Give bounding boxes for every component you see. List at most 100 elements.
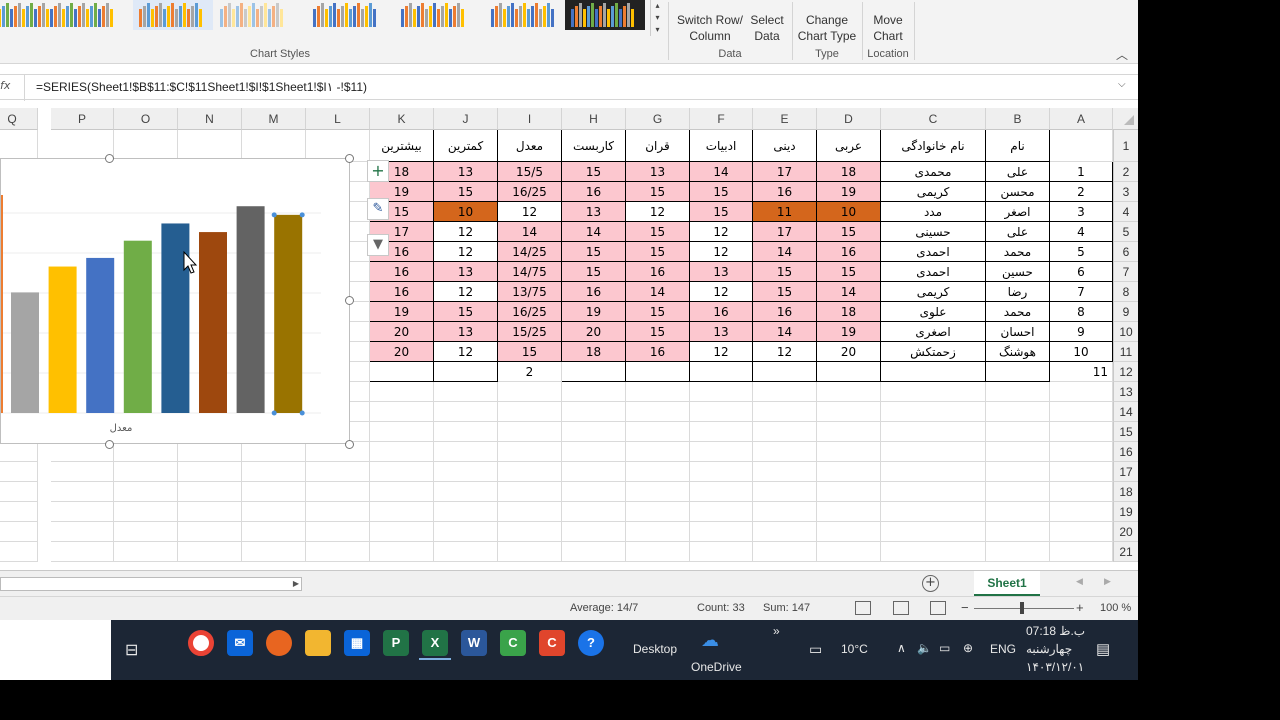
table-cell[interactable]: اصغر xyxy=(986,202,1050,222)
horizontal-scrollbar[interactable]: ▶ xyxy=(0,577,302,591)
table-cell[interactable]: 13 xyxy=(434,162,498,182)
table-cell[interactable]: علی xyxy=(986,222,1050,242)
series-selection-handle[interactable] xyxy=(299,410,305,416)
column-header[interactable]: L xyxy=(306,108,370,130)
column-header[interactable]: G xyxy=(626,108,690,130)
table-cell[interactable]: علی xyxy=(986,162,1050,182)
select-data-button[interactable]: Select Data xyxy=(748,12,786,44)
camtasia-green-icon[interactable]: C xyxy=(500,630,526,656)
table-cell[interactable]: 15 xyxy=(434,182,498,202)
grid-cell[interactable] xyxy=(178,522,242,542)
mail-icon[interactable]: ✉ xyxy=(227,630,253,656)
grid-cell[interactable] xyxy=(306,502,370,522)
table-cell[interactable]: 14 xyxy=(753,322,817,342)
chart-bar[interactable] xyxy=(236,206,265,413)
table-cell[interactable]: محمد xyxy=(986,302,1050,322)
grid-cell[interactable] xyxy=(562,542,626,562)
column-header[interactable]: Q xyxy=(0,108,38,130)
table-cell[interactable]: 14/25 xyxy=(498,242,562,262)
chart-object[interactable]: معدل xyxy=(0,158,350,444)
grid-cell[interactable] xyxy=(242,542,306,562)
table-cell[interactable]: 13/75 xyxy=(498,282,562,302)
table-cell[interactable]: کریمی xyxy=(881,182,986,202)
table-cell[interactable]: 13 xyxy=(690,262,753,282)
grid-cell[interactable] xyxy=(626,482,690,502)
grid-cell[interactable] xyxy=(690,422,753,442)
table-cell[interactable]: 12 xyxy=(690,342,753,362)
table-header-cell[interactable]: معدل xyxy=(498,130,562,162)
column-header[interactable]: F xyxy=(690,108,753,130)
zoom-out-icon[interactable]: − xyxy=(961,600,969,615)
chart-bar[interactable] xyxy=(123,240,152,413)
language-indicator[interactable]: ENG xyxy=(990,642,1016,656)
table-cell[interactable]: 15 xyxy=(562,162,626,182)
grid-cell[interactable] xyxy=(626,462,690,482)
table-cell[interactable]: 19 xyxy=(817,182,881,202)
grid-cell[interactable] xyxy=(881,542,986,562)
table-cell[interactable]: 15 xyxy=(626,322,690,342)
chart-style-thumbnail[interactable] xyxy=(133,0,213,30)
formula-input[interactable]: =SERIES(Sheet1!$B$11:$C!$11Sheet1!$I!$1S… xyxy=(36,80,367,94)
grid-cell[interactable] xyxy=(626,402,690,422)
grid-cell[interactable] xyxy=(114,442,178,462)
grid-cell[interactable] xyxy=(626,362,690,382)
table-cell[interactable]: 15/5 xyxy=(498,162,562,182)
switch-row-column-button[interactable]: Switch Row/ Column xyxy=(676,12,744,44)
column-header[interactable]: A xyxy=(1050,108,1113,130)
series-selection-handle[interactable] xyxy=(271,212,277,218)
grid-cell[interactable] xyxy=(498,542,562,562)
table-cell[interactable]: مدد xyxy=(881,202,986,222)
grid-cell[interactable] xyxy=(51,522,114,542)
row-header[interactable]: 20 xyxy=(1113,522,1138,542)
column-header[interactable]: O xyxy=(114,108,178,130)
grid-cell[interactable] xyxy=(434,462,498,482)
grid-cell[interactable] xyxy=(690,362,753,382)
zoom-slider-thumb[interactable] xyxy=(1020,602,1024,614)
grid-cell[interactable] xyxy=(817,382,881,402)
table-header-cell[interactable]: عربی xyxy=(817,130,881,162)
column-header[interactable]: E xyxy=(753,108,817,130)
table-cell[interactable]: 7 xyxy=(1050,282,1113,302)
column-header[interactable]: D xyxy=(817,108,881,130)
grid-cell[interactable] xyxy=(626,442,690,462)
grid-cell[interactable] xyxy=(0,482,38,502)
table-cell[interactable]: 2 xyxy=(498,362,562,382)
table-cell[interactable]: 15 xyxy=(434,302,498,322)
table-header-cell[interactable]: نام xyxy=(986,130,1050,162)
grid-cell[interactable] xyxy=(1050,402,1113,422)
series-selection-handle[interactable] xyxy=(271,410,277,416)
grid-cell[interactable] xyxy=(114,462,178,482)
row-header[interactable]: 9 xyxy=(1113,302,1138,322)
grid-cell[interactable] xyxy=(498,382,562,402)
notification-icon[interactable]: ▤ xyxy=(1096,640,1110,658)
table-cell[interactable]: 13 xyxy=(626,162,690,182)
grid-cell[interactable] xyxy=(817,362,881,382)
grid-cell[interactable] xyxy=(114,522,178,542)
table-cell[interactable]: 13 xyxy=(434,322,498,342)
grid-cell[interactable] xyxy=(753,522,817,542)
table-header-cell[interactable]: بیشترین xyxy=(370,130,434,162)
change-chart-type-button[interactable]: Change Chart Type xyxy=(796,12,858,44)
chrome-icon[interactable] xyxy=(188,630,214,656)
column-header[interactable]: M xyxy=(242,108,306,130)
row-header[interactable]: 3 xyxy=(1113,182,1138,202)
grid-cell[interactable] xyxy=(370,382,434,402)
table-cell[interactable]: 12 xyxy=(498,202,562,222)
grid-cell[interactable] xyxy=(986,442,1050,462)
select-all-button[interactable] xyxy=(1113,108,1138,130)
table-cell[interactable]: 8 xyxy=(1050,302,1113,322)
table-cell[interactable]: حسینی xyxy=(881,222,986,242)
table-cell[interactable]: 15 xyxy=(626,182,690,202)
grid-cell[interactable] xyxy=(626,542,690,562)
chart-resize-handle[interactable] xyxy=(105,440,114,449)
grid-cell[interactable] xyxy=(370,482,434,502)
row-header[interactable]: 16 xyxy=(1113,442,1138,462)
grid-cell[interactable] xyxy=(0,542,38,562)
grid-cell[interactable] xyxy=(817,542,881,562)
collapse-ribbon-icon[interactable]: ︿ xyxy=(1116,46,1128,63)
table-cell[interactable]: کریمی xyxy=(881,282,986,302)
column-header[interactable]: I xyxy=(498,108,562,130)
grid-cell[interactable] xyxy=(242,522,306,542)
grid-cell[interactable] xyxy=(881,422,986,442)
grid-cell[interactable] xyxy=(817,422,881,442)
